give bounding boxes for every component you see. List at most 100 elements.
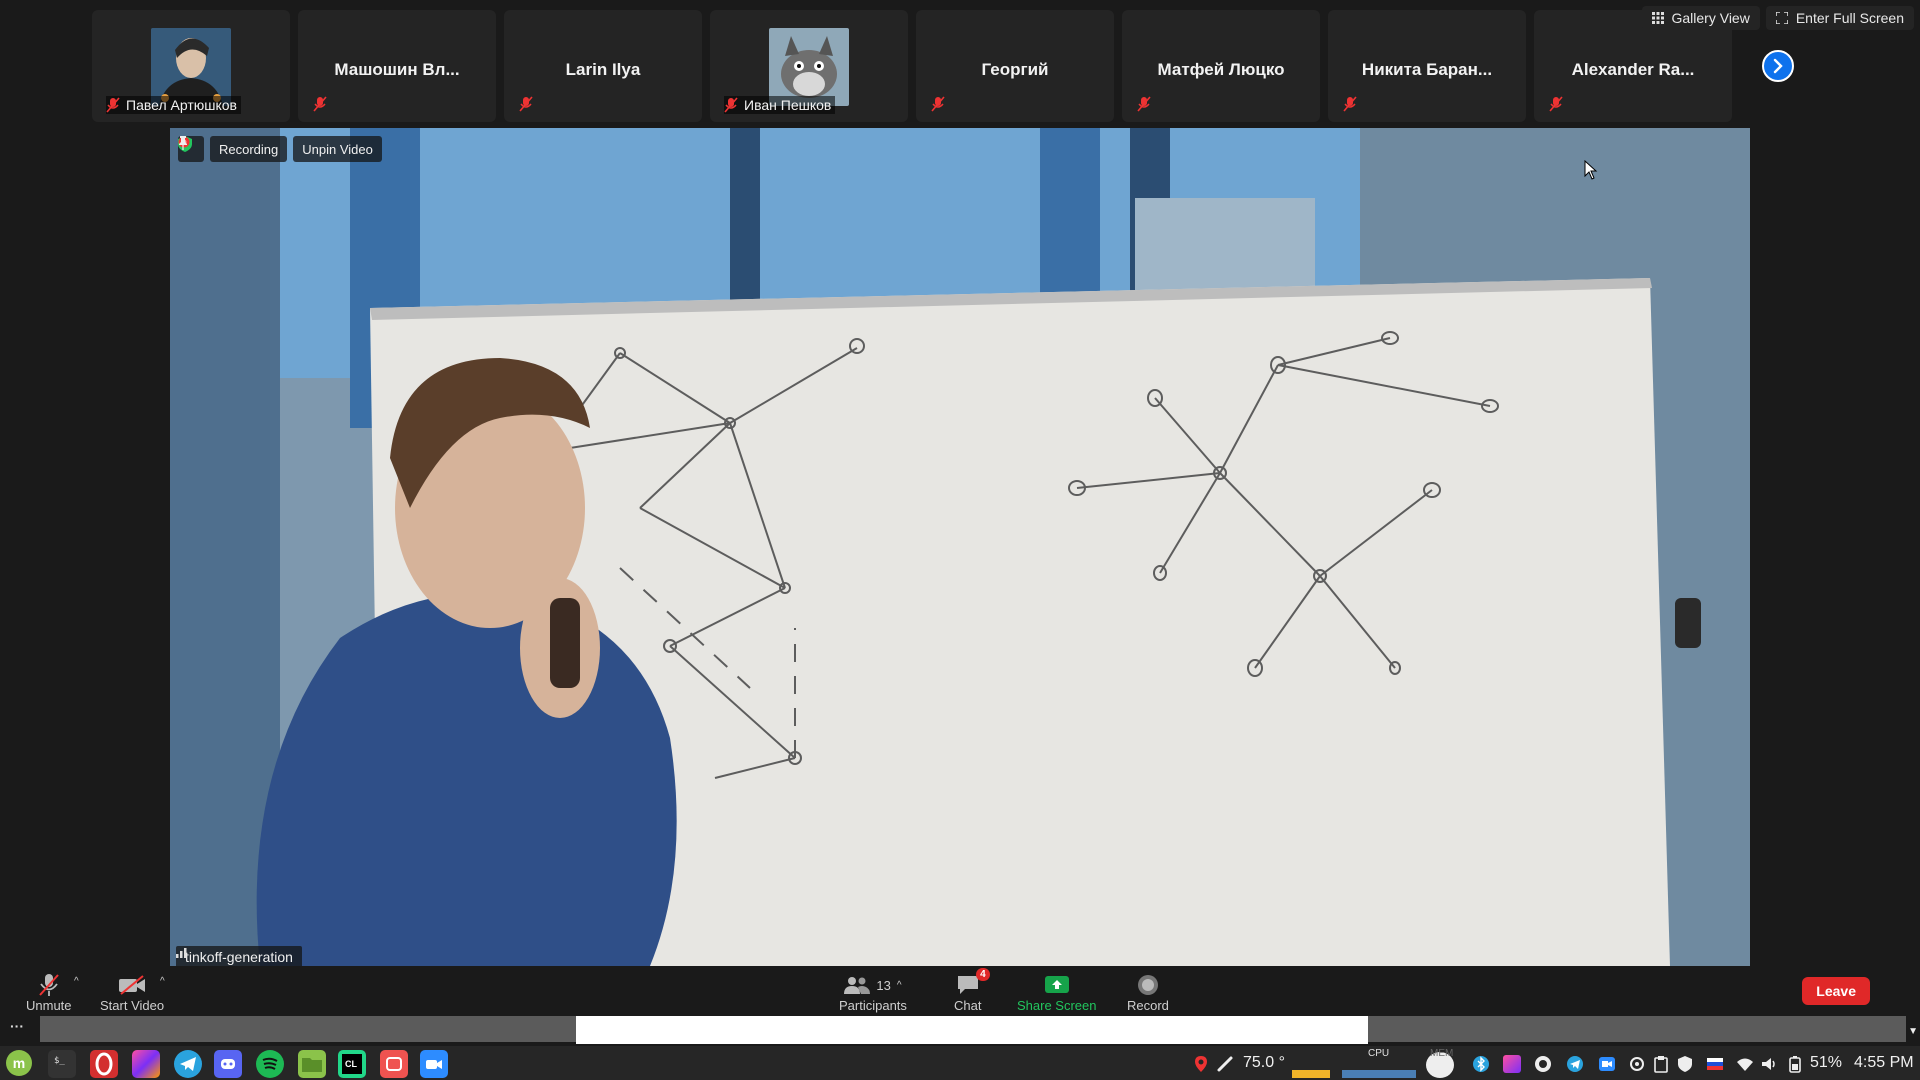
battery-percent: 51% <box>1810 1054 1843 1071</box>
record-label: Record <box>1127 998 1169 1013</box>
chevron-right-icon <box>1773 58 1783 74</box>
unmute-button[interactable]: Unmute <box>26 972 72 1013</box>
gallery-view-label: Gallery View <box>1671 10 1750 26</box>
clipboard-icon[interactable] <box>1652 1055 1670 1073</box>
video-frame-image <box>170 128 1750 966</box>
discord-icon[interactable] <box>214 1050 242 1078</box>
share-screen-label: Share Screen <box>1017 998 1097 1013</box>
speaker-name-bar: tinkoff-generation <box>176 946 302 966</box>
zoom-tray-icon[interactable] <box>1598 1055 1616 1073</box>
mem-label: MEM <box>1430 1048 1454 1059</box>
location-icon[interactable] <box>1192 1055 1210 1073</box>
sensor-icon[interactable] <box>1216 1055 1234 1073</box>
share-screen-icon <box>1044 976 1069 993</box>
keyboard-layout-flag-icon[interactable] <box>1706 1055 1724 1073</box>
mic-muted-icon <box>39 974 59 996</box>
mic-muted-icon <box>313 96 327 112</box>
zoom-meeting-window: Павел Артюшков Машошин Вл... Larin Ilya <box>0 0 1920 1080</box>
telegram-icon[interactable] <box>174 1050 202 1078</box>
participant-tile[interactable]: Larin Ilya <box>504 10 702 122</box>
participant-avatar <box>769 28 849 106</box>
zoom-app-icon[interactable] <box>420 1050 448 1078</box>
volume-icon[interactable] <box>1760 1055 1778 1073</box>
app-launcher-icon[interactable] <box>380 1050 408 1078</box>
participants-icon <box>844 977 871 994</box>
jetbrains-tray-icon[interactable] <box>1503 1055 1521 1073</box>
grid-icon <box>1651 12 1664 24</box>
svg-text:m: m <box>13 1055 25 1071</box>
files-icon[interactable] <box>298 1050 326 1078</box>
participant-tile[interactable]: Иван Пешков <box>710 10 908 122</box>
recording-label: Recording <box>219 141 279 157</box>
svg-text:CL: CL <box>345 1059 357 1069</box>
participant-tile[interactable]: Матфей Люцко <box>1122 10 1320 122</box>
start-video-label: Start Video <box>100 998 165 1013</box>
clock[interactable]: 4:55 PM <box>1854 1054 1914 1072</box>
participant-tile[interactable]: Никита Баран... <box>1328 10 1526 122</box>
participants-count: 13 <box>876 977 891 993</box>
unpin-video-button[interactable]: Unpin Video <box>179 136 382 162</box>
mic-muted-icon <box>1137 96 1151 112</box>
obs-icon[interactable] <box>1534 1055 1552 1073</box>
recording-indicator[interactable]: Recording <box>178 136 288 162</box>
spotify-icon[interactable] <box>256 1050 284 1078</box>
unmute-label: Unmute <box>26 998 72 1013</box>
video-options-caret[interactable]: ^ <box>160 976 165 987</box>
full-screen-label: Enter Full Screen <box>1795 10 1904 26</box>
participants-button[interactable]: 13 ^ Participants <box>839 972 907 1013</box>
more-options-icon[interactable]: ··· <box>10 1018 24 1034</box>
signal-icon <box>176 948 187 958</box>
share-screen-button[interactable]: Share Screen <box>1017 972 1097 1013</box>
cpu-graph <box>1342 1070 1416 1078</box>
gallery-view-button[interactable]: Gallery View <box>1641 6 1760 30</box>
jetbrains-toolbox-icon[interactable] <box>132 1050 160 1078</box>
participants-label: Participants <box>839 998 907 1013</box>
svg-text:$_: $_ <box>54 1056 65 1066</box>
chat-label: Chat <box>954 998 982 1013</box>
participants-caret[interactable]: ^ <box>897 980 902 991</box>
mic-muted-icon <box>106 97 120 113</box>
temperature-graph <box>1292 1070 1330 1078</box>
bluetooth-icon[interactable] <box>1472 1055 1490 1073</box>
scroll-thumb[interactable] <box>576 1016 1368 1044</box>
participant-name: Георгий <box>981 60 1049 79</box>
cpu-label: CPU <box>1368 1048 1390 1059</box>
bottom-scroll-strip: ··· ▼ <box>0 1016 1920 1046</box>
clion-icon[interactable]: CL <box>338 1050 366 1078</box>
scroll-down-arrow-icon[interactable]: ▼ <box>1908 1026 1918 1037</box>
mic-muted-icon <box>724 97 738 113</box>
shield-tray-icon[interactable] <box>1676 1055 1694 1073</box>
participant-tile[interactable]: Георгий <box>916 10 1114 122</box>
battery-icon[interactable] <box>1786 1055 1804 1073</box>
participant-avatar <box>151 28 231 106</box>
mic-muted-icon <box>519 96 533 112</box>
speaker-name: tinkoff-generation <box>185 949 293 965</box>
start-video-button[interactable]: Start Video <box>100 972 164 1013</box>
mic-muted-icon <box>1549 96 1563 112</box>
main-video[interactable]: Recording Unpin Video tinkoff-generation <box>170 128 1750 966</box>
opera-browser-icon[interactable] <box>90 1050 118 1078</box>
audio-options-caret[interactable]: ^ <box>74 976 79 987</box>
unpin-video-label: Unpin Video <box>302 141 373 157</box>
fullscreen-icon <box>1775 12 1788 24</box>
terminal-icon[interactable]: $_ <box>48 1050 76 1078</box>
record-button[interactable]: Record <box>1127 972 1169 1013</box>
chat-button[interactable]: 4 Chat <box>954 968 990 1013</box>
participant-name: Alexander Ra... <box>1571 60 1695 79</box>
settings-tray-icon[interactable] <box>1628 1055 1646 1073</box>
leave-button[interactable]: Leave <box>1802 977 1870 1005</box>
telegram-tray-icon[interactable] <box>1566 1055 1584 1073</box>
participant-tile[interactable]: Павел Артюшков <box>92 10 290 122</box>
chat-unread-badge: 4 <box>976 968 990 981</box>
participant-tile[interactable]: Машошин Вл... <box>298 10 496 122</box>
next-page-button[interactable] <box>1762 50 1794 82</box>
participant-name: Иван Пешков <box>744 97 832 113</box>
participant-name: Машошин Вл... <box>334 60 460 79</box>
pin-icon <box>179 136 187 150</box>
full-screen-button[interactable]: Enter Full Screen <box>1765 6 1914 30</box>
wifi-icon[interactable] <box>1736 1055 1754 1073</box>
desktop-taskbar: m $_ CL 75.0 ° CPU MEM 51% 4:55 PM <box>0 1046 1920 1080</box>
participant-name-bar: Иван Пешков <box>724 96 836 114</box>
mic-muted-icon <box>931 96 945 112</box>
mint-menu-icon[interactable]: m <box>6 1050 32 1076</box>
